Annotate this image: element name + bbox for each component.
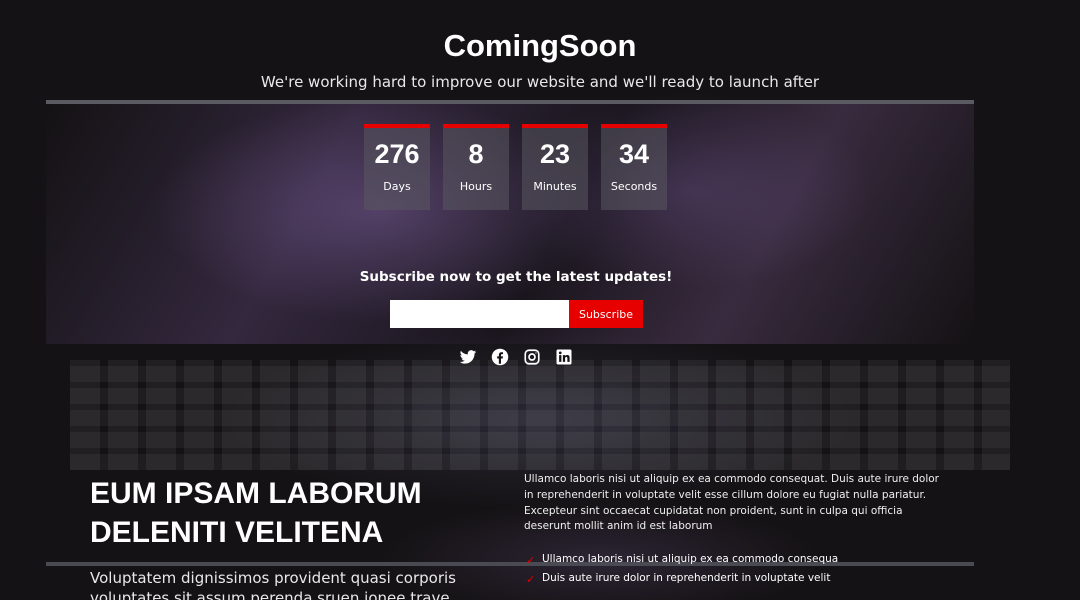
subscribe-form: Subscribe [390,300,643,328]
countdown-label: Days [383,180,411,193]
twitter-icon[interactable] [459,348,477,366]
coming-soon-page: ComingSoon We're working hard to improve… [0,0,1080,600]
about-headline: EUM IPSAM LABORUM DELENITI VELITENA [90,474,490,552]
countdown-value: 8 [468,139,484,169]
list-item: ✓ Ullamco laboris nisi ut aliquip ex ea … [524,553,944,567]
countdown-timer: 276 Days 8 Hours 23 Minutes 34 Seconds [364,124,667,210]
page-title: ComingSoon [443,28,637,63]
list-item-text: Ullamco laboris nisi ut aliquip ex ea co… [542,553,839,565]
countdown-hours: 8 Hours [443,124,509,210]
countdown-seconds: 34 Seconds [601,124,667,210]
linkedin-icon[interactable] [555,348,573,366]
about-intro: EUM IPSAM LABORUM DELENITI VELITENA Volu… [90,474,490,600]
subscribe-heading: Subscribe now to get the latest updates! [359,269,673,285]
check-icon: ✓ [526,554,536,567]
header: ComingSoon We're working hard to improve… [0,28,1080,91]
page-tagline: We're working hard to improve our websit… [260,72,820,91]
headline-line: DELENITI VELITENA [90,516,384,549]
countdown-label: Minutes [533,180,577,193]
list-item: ✓ Duis aute irure dolor in reprehenderit… [524,572,944,586]
countdown-days: 276 Days [364,124,430,210]
email-input[interactable] [390,300,569,328]
about-details: Ullamco laboris nisi ut aliquip ex ea co… [524,472,944,591]
keyboard-background-image [70,360,1010,470]
list-item-text: Duis aute irure dolor in reprehenderit i… [542,572,831,584]
facebook-icon[interactable] [491,348,509,366]
countdown-value: 276 [374,139,420,169]
feature-list: ✓ Ullamco laboris nisi ut aliquip ex ea … [524,553,944,586]
countdown-value: 34 [618,139,650,169]
countdown-label: Seconds [610,180,658,193]
countdown-minutes: 23 Minutes [522,124,588,210]
countdown-label: Hours [459,180,493,193]
countdown-value: 23 [539,139,571,169]
subscribe-button[interactable]: Subscribe [569,300,643,328]
social-links [459,348,573,366]
about-lead-text: Voluptatem dignissimos provident quasi c… [90,569,456,600]
check-icon: ✓ [526,573,536,586]
instagram-icon[interactable] [523,348,541,366]
headline-line: EUM IPSAM LABORUM [90,477,422,510]
about-paragraph: Ullamco laboris nisi ut aliquip ex ea co… [524,473,939,533]
